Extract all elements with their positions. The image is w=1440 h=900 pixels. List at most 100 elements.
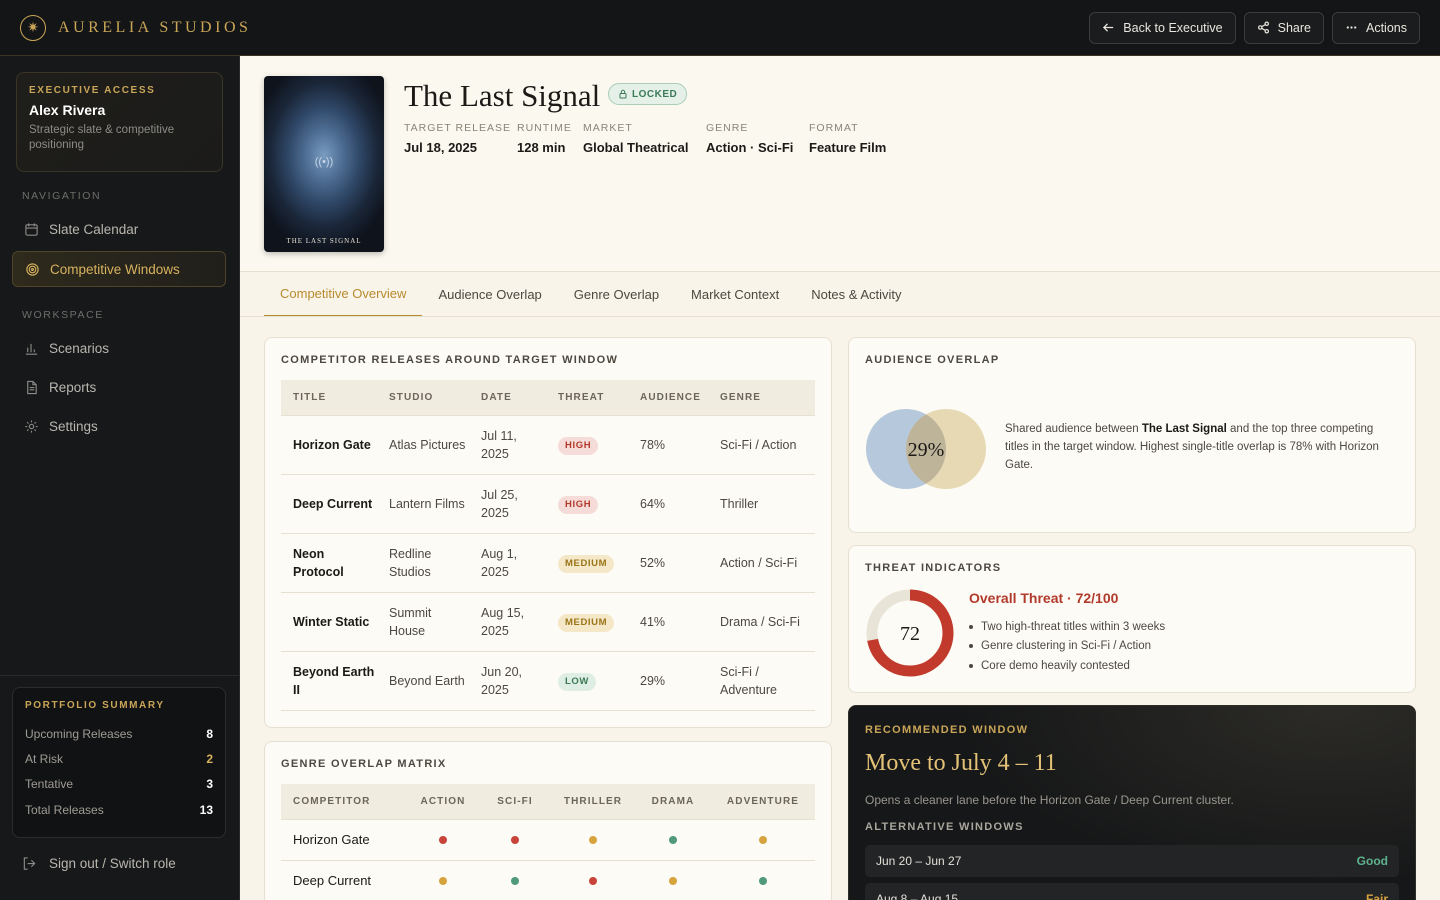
- poster-title: THE LAST SIGNAL: [286, 237, 362, 245]
- more-dots-icon: [1346, 26, 1357, 29]
- meta-market: MARKET Global Theatrical: [583, 122, 689, 155]
- competitor-table: TITLE STUDIO DATE THREAT AUDIENCE GENRE …: [281, 380, 815, 711]
- list-item: Core demo heavily contested: [969, 656, 1165, 676]
- competitor-studio: Beyond Earth: [377, 651, 469, 711]
- tab-audience-overlap[interactable]: Audience Overlap: [422, 272, 557, 317]
- competitor-title: Beyond Earth II: [281, 651, 377, 711]
- competitor-date: Jul 11, 2025: [469, 415, 546, 475]
- brand[interactable]: ✷ AURELIA STUDIOS: [20, 14, 251, 41]
- genre-overlap-card: GENRE OVERLAP MATRIX COMPETITOR ACTION S…: [264, 741, 832, 900]
- portfolio-summary: PORTFOLIO SUMMARY Upcoming Releases 8 At…: [12, 687, 226, 838]
- sidebar-item-scenarios[interactable]: Scenarios: [12, 330, 226, 366]
- competitor-studio: Atlas Pictures: [377, 415, 469, 475]
- threat-gauge: 72: [866, 589, 954, 677]
- overlap-dot-low: [759, 877, 767, 885]
- portfolio-row-at-risk: At Risk 2: [25, 751, 213, 766]
- sidebar-item-settings[interactable]: Settings: [12, 408, 226, 444]
- column-header[interactable]: TITLE: [281, 380, 377, 416]
- table-header-row: TITLE STUDIO DATE THREAT AUDIENCE GENRE: [281, 380, 815, 416]
- column-header[interactable]: GENRE: [708, 380, 815, 416]
- back-to-executive-button[interactable]: Back to Executive: [1089, 11, 1236, 44]
- genre-matrix-table: COMPETITOR ACTION SCI-FI THRILLER DRAMA …: [281, 784, 815, 900]
- gear-icon: [25, 419, 38, 433]
- threat-score: 72: [900, 623, 920, 645]
- bar-chart-icon: [25, 343, 38, 355]
- share-button[interactable]: Share: [1243, 11, 1324, 44]
- portfolio-summary-heading: PORTFOLIO SUMMARY: [25, 700, 165, 711]
- recommended-window-title: Move to July 4 – 11: [865, 750, 1057, 776]
- list-item: Genre clustering in Sci-Fi / Action: [969, 637, 1165, 657]
- list-item: Two high-threat titles within 3 weeks: [969, 617, 1165, 637]
- competitor-title: Horizon Gate: [281, 415, 377, 475]
- table-row[interactable]: Neon Protocol Redline Studios Aug 1, 202…: [281, 533, 815, 593]
- competitor-date: Jun 20, 2025: [469, 651, 546, 711]
- user-name: Alex Rivera: [29, 102, 106, 118]
- column-header[interactable]: THREAT: [546, 380, 628, 416]
- overlap-dot-medium: [669, 877, 677, 885]
- overlap-dot-low: [511, 877, 519, 885]
- arrow-left-icon: [1103, 23, 1114, 32]
- alternative-windows-heading: ALTERNATIVE WINDOWS: [865, 821, 1024, 833]
- competitor-releases-card: COMPETITOR RELEASES AROUND TARGET WINDOW…: [264, 337, 832, 728]
- table-row[interactable]: Winter Static Summit House Aug 15, 2025 …: [281, 592, 815, 652]
- threat-badge: MEDIUM: [558, 613, 615, 632]
- film-poster: ((•)) THE LAST SIGNAL: [264, 76, 384, 252]
- competitor-audience: 78%: [628, 415, 708, 475]
- column-header: DRAMA: [635, 784, 711, 820]
- column-header[interactable]: STUDIO: [377, 380, 469, 416]
- table-row: Deep Current: [281, 860, 815, 900]
- status-badge: LOCKED: [608, 83, 688, 105]
- column-header: SCI-FI: [479, 784, 551, 820]
- star-logo-icon: ✷: [20, 14, 46, 41]
- document-icon: [27, 380, 37, 394]
- sidebar-item-reports[interactable]: Reports: [12, 369, 226, 405]
- portfolio-row-upcoming: Upcoming Releases 8: [25, 726, 213, 741]
- meta-format: FORMAT Feature Film: [809, 122, 887, 155]
- tab-market-context[interactable]: Market Context: [675, 272, 795, 317]
- overlap-dot-low: [669, 836, 677, 844]
- sign-out-icon: [23, 857, 36, 870]
- tab-notes-activity[interactable]: Notes & Activity: [795, 272, 917, 317]
- threat-bullet-list: Two high-threat titles within 3 weeks Ge…: [969, 617, 1165, 676]
- genre-overlap-title: GENRE OVERLAP MATRIX: [281, 758, 447, 770]
- competitor-title: Deep Current: [281, 474, 377, 534]
- competitor-studio: Summit House: [377, 592, 469, 652]
- column-header: ACTION: [407, 784, 479, 820]
- navigation-heading: NAVIGATION: [22, 190, 102, 202]
- competitor-title: Neon Protocol: [281, 533, 377, 593]
- sign-out-button[interactable]: Sign out / Switch role: [22, 856, 176, 871]
- recommended-window-description: Opens a cleaner lane before the Horizon …: [865, 793, 1234, 807]
- matrix-competitor-name: Deep Current: [281, 860, 407, 900]
- sidebar-item-slate-calendar[interactable]: Slate Calendar: [12, 211, 226, 247]
- table-row[interactable]: Horizon Gate Atlas Pictures Jul 11, 2025…: [281, 415, 815, 475]
- competitor-studio: Lantern Films: [377, 474, 469, 534]
- meta-genre: GENRE Action · Sci-Fi: [706, 122, 794, 155]
- table-row[interactable]: Beyond Earth II Beyond Earth Jun 20, 202…: [281, 651, 815, 711]
- tab-competitive-overview[interactable]: Competitive Overview: [264, 272, 423, 317]
- sidebar-item-competitive-windows[interactable]: Competitive Windows: [12, 251, 226, 287]
- page-title: The Last Signal: [404, 78, 601, 113]
- table-row[interactable]: Deep Current Lantern Films Jul 25, 2025 …: [281, 474, 815, 534]
- competitor-releases-title: COMPETITOR RELEASES AROUND TARGET WINDOW: [281, 354, 619, 366]
- competitor-genre: Sci-Fi / Adventure: [708, 651, 815, 711]
- audience-overlap-title: AUDIENCE OVERLAP: [865, 354, 1000, 366]
- venn-diagram: 29%: [866, 409, 986, 489]
- signal-icon: ((•)): [314, 156, 334, 168]
- matrix-competitor-name: Horizon Gate: [281, 819, 407, 861]
- alternative-window-row[interactable]: Aug 8 – Aug 15 Fair: [865, 883, 1399, 900]
- column-header: ADVENTURE: [711, 784, 815, 820]
- recommended-window-card: RECOMMENDED WINDOW Move to July 4 – 11 O…: [848, 705, 1416, 900]
- competitor-genre: Thriller: [708, 474, 815, 534]
- actions-button[interactable]: Actions: [1332, 11, 1420, 44]
- competitor-date: Aug 15, 2025: [469, 592, 546, 652]
- workspace-heading: WORKSPACE: [22, 309, 104, 321]
- threat-indicators-card: THREAT INDICATORS 72 Overall Threat · 72…: [848, 545, 1416, 693]
- overlap-dot-medium: [589, 836, 597, 844]
- column-header[interactable]: AUDIENCE: [628, 380, 708, 416]
- audience-overlap-card: AUDIENCE OVERLAP 29% Shared audience bet…: [848, 337, 1416, 533]
- column-header[interactable]: DATE: [469, 380, 546, 416]
- alternative-window-row[interactable]: Jun 20 – Jun 27 Good: [865, 845, 1399, 877]
- competitor-genre: Drama / Sci-Fi: [708, 592, 815, 652]
- tab-genre-overlap[interactable]: Genre Overlap: [558, 272, 675, 317]
- user-description: Strategic slate & competitive positionin…: [29, 124, 175, 151]
